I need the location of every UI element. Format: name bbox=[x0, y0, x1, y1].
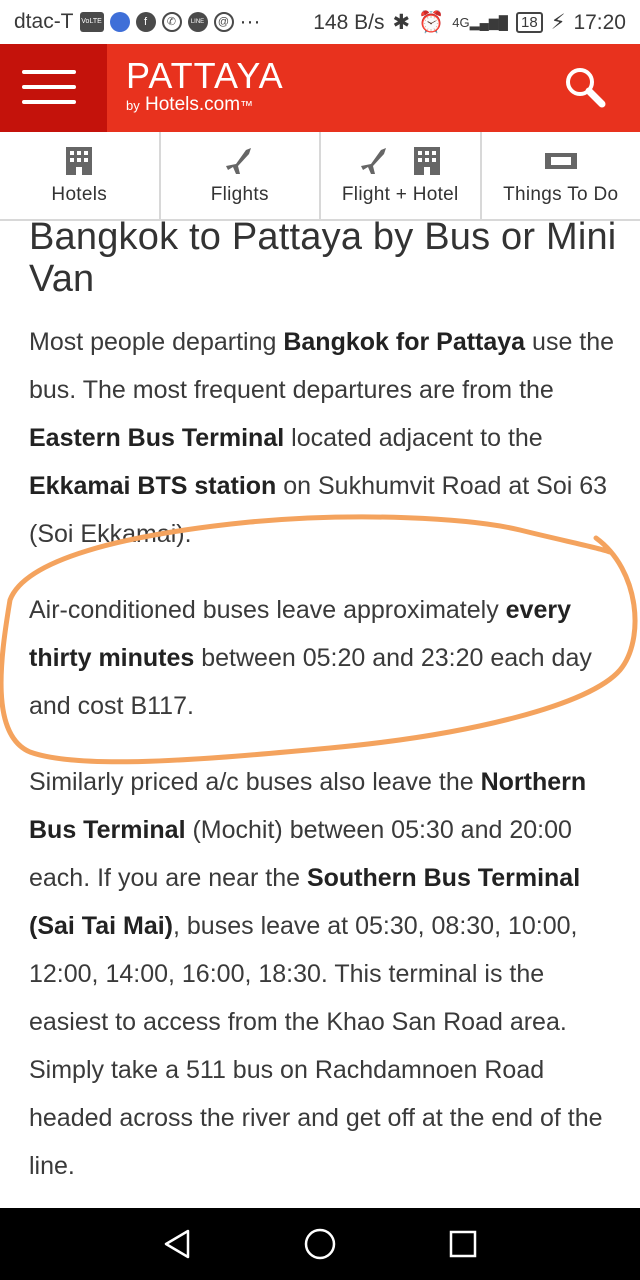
brand-sub: by Hotels.com™ bbox=[126, 94, 254, 115]
tab-label: Hotels bbox=[51, 184, 108, 205]
alarm-icon: ⏰ bbox=[418, 10, 445, 34]
paragraph-schedule: Air-conditioned buses leave approximatel… bbox=[29, 596, 592, 720]
menu-button[interactable] bbox=[0, 44, 107, 132]
link-bangkok-pattaya: Bangkok for Pattaya bbox=[283, 328, 526, 356]
bluetooth-icon: ✱ bbox=[392, 11, 411, 34]
facebook-icon: f bbox=[135, 12, 156, 32]
brand-name: PATTAYA bbox=[126, 55, 284, 96]
clock: 17:20 bbox=[573, 10, 626, 34]
building-icon bbox=[66, 147, 93, 175]
plane-icon bbox=[361, 148, 387, 174]
search-button[interactable] bbox=[560, 62, 612, 114]
charging-icon: ⚡ bbox=[550, 11, 566, 34]
paragraph-other-terminals: Similarly priced a/c buses also leave th… bbox=[29, 768, 603, 1180]
system-nav-bar bbox=[0, 1208, 640, 1280]
viber-icon: ✆ bbox=[161, 12, 182, 32]
building-icon bbox=[414, 147, 441, 175]
carrier-label: dtac-T bbox=[14, 10, 74, 33]
hamburger-icon bbox=[22, 70, 76, 74]
tab-label: Things To Do bbox=[503, 184, 619, 205]
tab-hotels[interactable]: Hotels bbox=[0, 132, 161, 219]
article-title: Bangkok to Pattaya by Bus or Mini Van bbox=[29, 216, 617, 300]
tab-flights[interactable]: Flights bbox=[161, 132, 321, 219]
tab-label: Flight + Hotel bbox=[341, 184, 459, 205]
eastern-bus-terminal: Eastern Bus Terminal bbox=[29, 424, 285, 452]
more-notifications-icon: ··· bbox=[239, 10, 261, 33]
tab-flight-hotel[interactable]: Flight + Hotel bbox=[321, 132, 482, 219]
back-icon[interactable] bbox=[162, 1228, 192, 1260]
ekkamai-bts-station: Ekkamai BTS station bbox=[29, 472, 277, 500]
article: Bangkok to Pattaya by Bus or Mini Van Mo… bbox=[29, 216, 619, 1218]
plane-icon bbox=[225, 148, 251, 174]
paragraph-eastern-terminal: Most people departing Bangkok for Pattay… bbox=[29, 328, 615, 548]
status-bar: dtac-T VoLTE f ✆ LINE @ ··· 148 B/s ✱ ⏰ … bbox=[0, 0, 640, 44]
site-header: PATTAYA by Hotels.com™ bbox=[0, 44, 640, 132]
volte-icon: VoLTE bbox=[79, 12, 104, 32]
brand-logo[interactable]: PATTAYA by Hotels.com™ bbox=[126, 58, 284, 117]
category-tabs: Hotels Flights Flight + Hotel Things To … bbox=[0, 132, 640, 221]
recents-icon[interactable] bbox=[448, 1229, 478, 1259]
signal-icon: 4G▂▄▆█ bbox=[452, 14, 508, 30]
shield-icon bbox=[109, 12, 130, 32]
tab-things-to-do[interactable]: Things To Do bbox=[482, 132, 640, 219]
ticket-icon bbox=[544, 153, 577, 169]
search-icon bbox=[566, 68, 606, 108]
home-icon[interactable] bbox=[303, 1227, 337, 1261]
battery-icon: 18 bbox=[516, 12, 543, 33]
line-icon: LINE bbox=[187, 12, 208, 32]
network-speed: 148 B/s bbox=[313, 10, 385, 34]
tab-label: Flights bbox=[210, 184, 269, 205]
at-icon: @ bbox=[213, 12, 234, 32]
